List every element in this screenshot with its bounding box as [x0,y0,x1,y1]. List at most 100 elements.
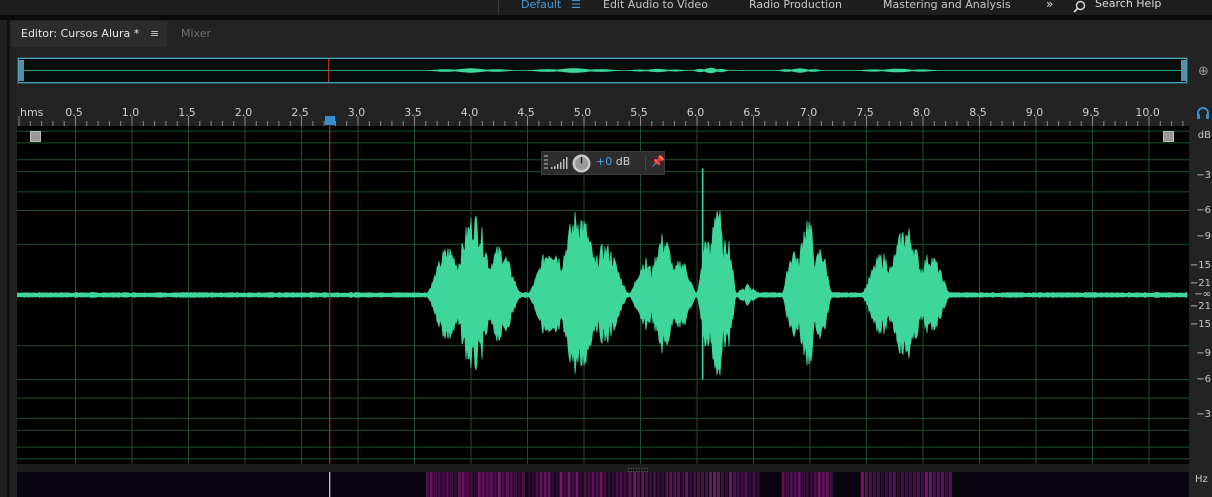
spectral-band [669,472,673,497]
workspace-mastering-and-analysis[interactable]: Mastering and Analysis [883,0,1011,11]
spectral-band [555,472,559,497]
spectral-band [509,472,513,497]
spectral-band [599,472,603,497]
double-chevron-right-icon[interactable]: » [1046,0,1053,11]
spectral-band [736,472,740,497]
ruler-tick-label: 3.0 [347,106,366,119]
ruler-unit: hms [20,106,44,119]
overview-zoom-range[interactable] [18,58,1187,83]
spectral-band [595,472,599,497]
spectral-band [864,472,868,497]
spectral-band [551,472,555,497]
spectral-band [944,472,948,497]
spectral-unit: Hz [1195,474,1208,485]
spectral-band [497,472,501,497]
spectral-band [645,472,649,497]
ruler-tick-label: 2.5 [291,106,309,119]
panel-splitter[interactable]: :::::::: [17,464,1189,474]
db-scale-label: −9 [1196,348,1211,359]
zoom-navigator-icon[interactable]: ⊕ [1198,64,1209,79]
ruler-tick-label: 5.5 [630,106,648,119]
waveform-editor[interactable] [17,126,1189,464]
playhead-handle[interactable] [324,116,335,125]
spectral-band [936,472,940,497]
workspace-edit-audio-to-video[interactable]: Edit Audio to Video [603,0,708,11]
spectral-display[interactable] [17,472,1189,497]
fade-out-handle[interactable] [1163,131,1174,142]
spectral-band [485,472,489,497]
spectral-band [821,472,825,497]
workspace-radio-production[interactable]: Radio Production [749,0,842,11]
spectral-band [531,472,535,497]
spectral-band [567,472,571,497]
spectral-band [872,472,876,497]
spectral-band [649,472,653,497]
waveform-path [17,210,1188,376]
volume-hud[interactable]: +0 dB 📌 [541,151,665,175]
spectral-band [876,472,880,497]
hamburger-icon[interactable]: ≡ [150,21,159,47]
spectral-band [457,472,461,497]
editor-tab-bar: Editor: Cursos Alura * ≡ Mixer [11,21,1212,47]
spectral-band [685,472,689,497]
spectral-band [543,472,547,497]
spectral-band [453,472,457,497]
workspace-default[interactable]: Default [521,0,561,11]
spectral-band [501,472,505,497]
overview-right-handle[interactable] [1181,60,1186,81]
spectral-band [615,472,619,497]
db-scale-label: −∞ [1194,289,1211,300]
db-scale-label: −15 [1189,319,1211,330]
spectral-band [527,472,531,497]
hud-grip-icon[interactable] [544,155,548,171]
spectral-band [425,472,429,497]
spectral-band [563,472,567,497]
spectral-band [928,472,932,497]
db-scale-label: −15 [1189,260,1211,271]
spectral-band [817,472,821,497]
volume-knob-icon[interactable] [572,154,591,173]
spectral-band [693,472,697,497]
spectral-band [900,472,904,497]
spectral-band [789,472,793,497]
spectral-band [725,472,728,497]
search-help[interactable]: Search Help [1066,0,1212,14]
spectral-band [433,472,437,497]
pin-icon[interactable]: 📌 [651,155,665,168]
ruler-tick-label: 1.5 [178,106,196,119]
tab-mixer[interactable]: Mixer [181,21,211,47]
db-scale-unit: dB [1197,130,1211,141]
spectral-band [924,472,928,497]
db-scale-label: −9 [1196,231,1211,242]
spectral-band [940,472,944,497]
spectral-content [329,472,952,497]
spectral-band [809,472,813,497]
headphone-icon[interactable] [1196,106,1210,120]
spectral-band [717,472,720,497]
spectral-band [721,472,724,497]
ruler-tick-label: 8.0 [912,106,931,119]
spectral-band [481,472,485,497]
spectral-band [748,472,752,497]
overview-left-handle[interactable] [19,60,24,81]
ruler-tick-label: 4.5 [517,106,535,119]
spectral-band [880,472,884,497]
spectral-band [641,472,645,497]
spectral-band [697,472,700,497]
search-icon [1073,0,1086,13]
spectral-band [701,472,704,497]
spectral-band [583,472,587,497]
workspace-menu-icon[interactable]: ☰ [571,0,581,11]
spectral-band [744,472,748,497]
spectral-band [477,472,481,497]
left-panel-edge [0,20,10,497]
waveform-overview[interactable] [17,57,1188,84]
ruler-tick-label: 7.0 [799,106,818,119]
spectral-band [505,472,509,497]
spectral-band [521,472,525,497]
time-ruler[interactable]: hms 0.5 1.0 1.5 2.0 2.5 3.0 3.5 4.0 4.5 5.0 5.5 6.0… [17,104,1189,126]
ruler-tick-label: 8.5 [969,106,987,119]
spectral-band [489,472,493,497]
tab-editor[interactable]: Editor: Cursos Alura * ≡ [11,21,167,47]
fade-in-handle[interactable] [30,131,41,142]
